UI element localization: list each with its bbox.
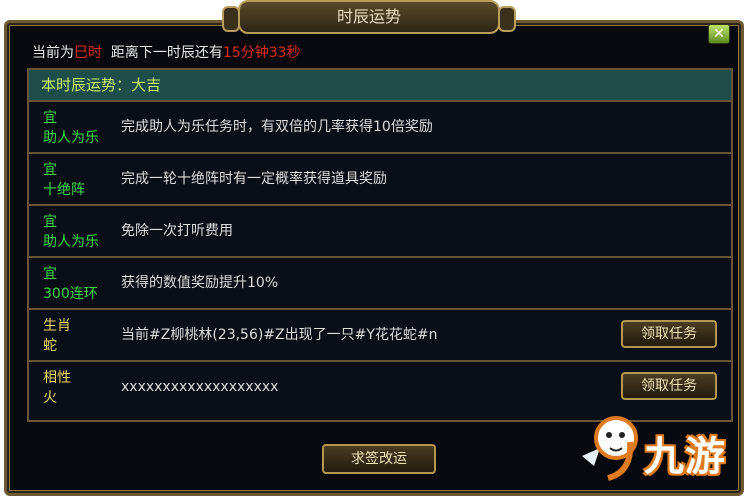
row-label-bottom: 助人为乐 <box>43 234 99 250</box>
accept-task-button[interactable]: 领取任务 <box>621 320 717 348</box>
row-label: 相性 火 <box>43 368 123 408</box>
fortune-header: 本时辰运势：大吉 <box>29 70 731 102</box>
accept-task-button[interactable]: 领取任务 <box>621 372 717 400</box>
fortune-row: 生肖 蛇 当前#Z柳桃林(23,56)#Z出现了一只#Y花花蛇#n 领取任务 <box>29 310 731 362</box>
row-label: 宜 十绝阵 <box>43 160 123 200</box>
fortune-row: 宜 300连环 获得的数值奖励提升10% <box>29 258 731 310</box>
row-label-bottom: 蛇 <box>43 338 57 354</box>
fortune-row: 宜 助人为乐 免除一次打听费用 <box>29 206 731 258</box>
countdown-timer: 15分钟33秒 <box>222 45 301 61</box>
row-label-top: 生肖 <box>43 318 71 334</box>
nine-game-icon <box>582 416 638 481</box>
row-description: 当前#Z柳桃林(23,56)#Z出现了一只#Y花花蛇#n <box>121 327 438 343</box>
current-hour: 巳时 <box>74 45 102 61</box>
row-label: 生肖 蛇 <box>43 316 123 356</box>
row-label-top: 宜 <box>43 162 57 178</box>
fortune-row: 相性 火 xxxxxxxxxxxxxxxxxxx 领取任务 <box>29 362 731 414</box>
draw-lot-button[interactable]: 求签改运 <box>322 444 436 474</box>
status-middle: 距离下一时辰还有 <box>110 45 223 61</box>
row-label: 宜 助人为乐 <box>43 212 123 252</box>
row-label-top: 宜 <box>43 266 57 282</box>
row-description: xxxxxxxxxxxxxxxxxxx <box>121 379 279 395</box>
fortune-table: 本时辰运势：大吉 宜 助人为乐 完成助人为乐任务时，有双倍的几率获得10倍奖励 … <box>27 68 733 422</box>
row-description: 完成一轮十绝阵时有一定概率获得道具奖励 <box>121 171 387 187</box>
row-label: 宜 300连环 <box>43 264 123 304</box>
row-label: 宜 助人为乐 <box>43 108 123 148</box>
row-label-top: 宜 <box>43 110 57 126</box>
row-description: 完成助人为乐任务时，有双倍的几率获得10倍奖励 <box>121 119 433 135</box>
row-label-bottom: 十绝阵 <box>43 182 85 198</box>
row-description: 免除一次打听费用 <box>121 223 233 239</box>
watermark-logo: 九游 <box>572 408 742 488</box>
close-button[interactable]: ✕ <box>708 24 730 44</box>
close-icon: ✕ <box>713 26 725 42</box>
status-prefix: 当前为 <box>32 45 74 61</box>
row-label-bottom: 300连环 <box>43 286 98 302</box>
row-label-top: 宜 <box>43 214 57 230</box>
watermark-text: 九游 <box>644 434 726 480</box>
fortune-row: 宜 十绝阵 完成一轮十绝阵时有一定概率获得道具奖励 <box>29 154 731 206</box>
row-description: 获得的数值奖励提升10% <box>121 275 279 291</box>
window-title: 时辰运势 <box>222 0 516 34</box>
row-label-bottom: 火 <box>43 390 57 406</box>
hour-status: 当前为巳时 距离下一时辰还有15分钟33秒 <box>32 42 301 62</box>
row-label-top: 相性 <box>43 370 71 386</box>
row-label-bottom: 助人为乐 <box>43 130 99 146</box>
fortune-row: 宜 助人为乐 完成助人为乐任务时，有双倍的几率获得10倍奖励 <box>29 102 731 154</box>
